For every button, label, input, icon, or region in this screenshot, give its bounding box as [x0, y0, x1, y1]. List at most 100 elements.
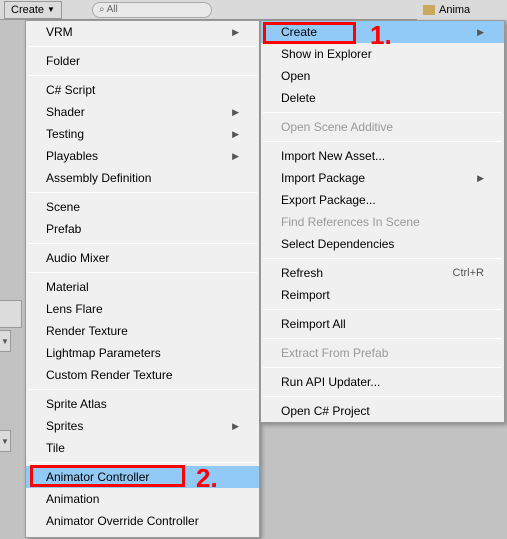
menu-separator — [28, 46, 257, 47]
menu-separator — [263, 309, 502, 310]
context-menu: Create ▶ Show in Explorer Open Delete Open Sc… — [260, 20, 505, 423]
context-item-show-in-explorer[interactable]: Show in Explorer — [261, 43, 504, 65]
menu-item-label: Animator Controller — [46, 470, 149, 484]
create-item-testing[interactable]: Testing ▶ — [26, 123, 259, 145]
menu-item-label: Import Package — [281, 171, 365, 185]
menu-shortcut: Ctrl+R — [453, 267, 484, 279]
create-item-animator-override-controller[interactable]: Animator Override Controller — [26, 510, 259, 532]
menu-item-label: Refresh — [281, 266, 323, 280]
menu-separator — [28, 272, 257, 273]
create-item-assembly-definition[interactable]: Assembly Definition — [26, 167, 259, 189]
create-item-animation[interactable]: Animation — [26, 488, 259, 510]
menu-separator — [28, 75, 257, 76]
create-item-vrm[interactable]: VRM ▶ — [26, 21, 259, 43]
menu-item-label: Testing — [46, 127, 84, 141]
menu-separator — [28, 462, 257, 463]
menu-item-label: Assembly Definition — [46, 171, 151, 185]
menu-item-label: C# Script — [46, 83, 95, 97]
create-item-shader[interactable]: Shader ▶ — [26, 101, 259, 123]
dropdown-arrow-icon: ▼ — [47, 5, 55, 14]
menu-item-label: Material — [46, 280, 89, 294]
search-icon: ⌕ — [99, 4, 105, 15]
create-button-label: Create — [11, 4, 44, 16]
create-item-material[interactable]: Material — [26, 276, 259, 298]
menu-separator — [28, 389, 257, 390]
menu-item-label: Reimport All — [281, 317, 346, 331]
menu-separator — [28, 243, 257, 244]
submenu-arrow-icon: ▶ — [232, 151, 239, 162]
menu-item-label: Create — [281, 25, 317, 39]
menu-item-label: Run API Updater... — [281, 375, 380, 389]
context-item-open-c-project[interactable]: Open C# Project — [261, 400, 504, 422]
menu-item-label: Open — [281, 69, 310, 83]
menu-item-label: Scene — [46, 200, 80, 214]
create-item-sprites[interactable]: Sprites▶ — [26, 415, 259, 437]
menu-item-label: VRM — [46, 25, 73, 39]
create-item-sprite-atlas[interactable]: Sprite Atlas — [26, 393, 259, 415]
left-panel-bg — [0, 20, 25, 539]
create-submenu: VRM▶FolderC# ScriptShader▶Testing▶Playab… — [25, 20, 260, 538]
context-item-run-api-updater[interactable]: Run API Updater... — [261, 371, 504, 393]
submenu-arrow-icon: ▶ — [477, 173, 484, 184]
create-item-prefab[interactable]: Prefab — [26, 218, 259, 240]
menu-item-label: Lens Flare — [46, 302, 103, 316]
create-item-scene[interactable]: Scene — [26, 196, 259, 218]
menu-separator — [263, 112, 502, 113]
menu-item-label: Folder — [46, 54, 80, 68]
menu-separator — [263, 141, 502, 142]
search-input[interactable]: ⌕ All — [92, 2, 212, 18]
create-item-tile[interactable]: Tile — [26, 437, 259, 459]
menu-separator — [263, 396, 502, 397]
menu-item-label: Extract From Prefab — [281, 346, 388, 360]
context-item-refresh[interactable]: Refresh Ctrl+R — [261, 262, 504, 284]
create-item-lightmap-parameters[interactable]: Lightmap Parameters — [26, 342, 259, 364]
context-item-open[interactable]: Open — [261, 65, 504, 87]
context-item-reimport[interactable]: Reimport — [261, 284, 504, 306]
menu-item-label: Audio Mixer — [46, 251, 109, 265]
folder-icon — [423, 5, 435, 15]
menu-item-label: Reimport — [281, 288, 330, 302]
menu-item-label: Open C# Project — [281, 404, 370, 418]
create-dropdown-button[interactable]: Create ▼ — [4, 1, 62, 19]
create-item-folder[interactable]: Folder — [26, 50, 259, 72]
context-item-export-package[interactable]: Export Package... — [261, 189, 504, 211]
submenu-arrow-icon: ▶ — [232, 27, 239, 38]
submenu-arrow-icon: ▶ — [232, 129, 239, 140]
context-item-import-new-asset[interactable]: Import New Asset... — [261, 145, 504, 167]
submenu-arrow-icon: ▶ — [232, 421, 239, 432]
menu-item-label: Animator Override Controller — [46, 514, 199, 528]
create-item-audio-mixer[interactable]: Audio Mixer — [26, 247, 259, 269]
context-item-create[interactable]: Create ▶ — [261, 21, 504, 43]
menu-item-label: Find References In Scene — [281, 215, 420, 229]
create-item-render-texture[interactable]: Render Texture — [26, 320, 259, 342]
create-item-lens-flare[interactable]: Lens Flare — [26, 298, 259, 320]
create-item-c-script[interactable]: C# Script — [26, 79, 259, 101]
create-item-custom-render-texture[interactable]: Custom Render Texture — [26, 364, 259, 386]
menu-item-label: Select Dependencies — [281, 237, 394, 251]
menu-item-label: Render Texture — [46, 324, 128, 338]
context-item-extract-from-prefab: Extract From Prefab — [261, 342, 504, 364]
context-item-open-scene-additive: Open Scene Additive — [261, 116, 504, 138]
submenu-arrow-icon: ▶ — [477, 27, 484, 38]
panel-collapse-toggle-2[interactable]: ▼ — [0, 430, 11, 452]
menu-item-label: Playables — [46, 149, 98, 163]
panel-tab[interactable] — [0, 300, 22, 328]
menu-item-label: Show in Explorer — [281, 47, 372, 61]
context-item-import-package[interactable]: Import Package ▶ — [261, 167, 504, 189]
menu-separator — [28, 192, 257, 193]
menu-item-label: Shader — [46, 105, 85, 119]
menu-separator — [263, 367, 502, 368]
panel-collapse-toggle[interactable]: ▼ — [0, 330, 11, 352]
context-item-delete[interactable]: Delete — [261, 87, 504, 109]
menu-item-label: Animation — [46, 492, 99, 506]
context-item-find-references-in-scene: Find References In Scene — [261, 211, 504, 233]
create-item-animator-controller[interactable]: Animator Controller — [26, 466, 259, 488]
asset-path-bar[interactable]: Anima — [417, 0, 507, 20]
menu-item-label: Sprite Atlas — [46, 397, 107, 411]
context-item-reimport-all[interactable]: Reimport All — [261, 313, 504, 335]
create-item-playables[interactable]: Playables ▶ — [26, 145, 259, 167]
context-item-select-dependencies[interactable]: Select Dependencies — [261, 233, 504, 255]
menu-item-label: Export Package... — [281, 193, 376, 207]
menu-item-label: Lightmap Parameters — [46, 346, 161, 360]
submenu-arrow-icon: ▶ — [232, 107, 239, 118]
